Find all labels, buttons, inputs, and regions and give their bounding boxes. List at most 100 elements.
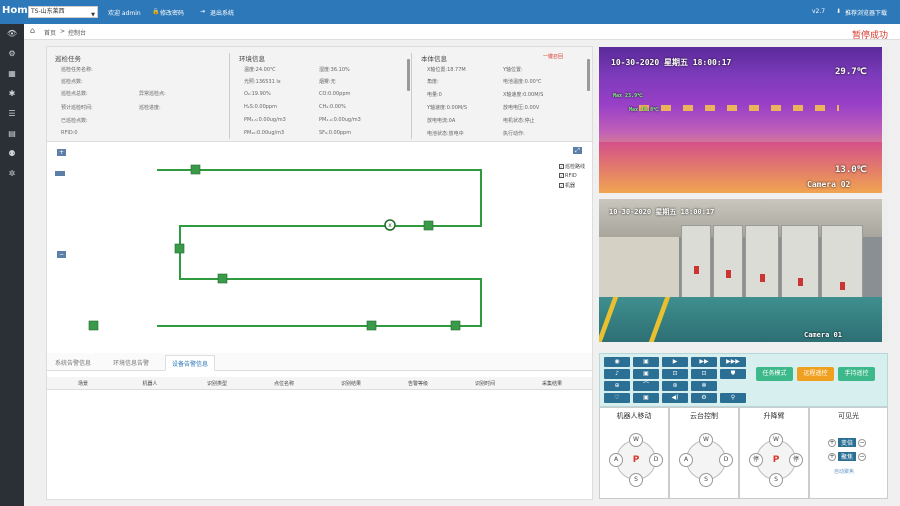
- patrol-field: 已巡检点数:: [61, 118, 88, 124]
- patrol-field: 预计巡检时间:: [61, 105, 93, 111]
- remote-control-button[interactable]: 远程遥控: [797, 367, 834, 381]
- tab-env-alarm[interactable]: 环境信息告警: [113, 358, 149, 367]
- auto-focus-link[interactable]: 自动聚焦: [834, 468, 854, 475]
- settings-icon[interactable]: ⚙: [691, 393, 717, 403]
- visible-camera-feed[interactable]: 10-30-2020 星期五 18:00:17 Camera 01: [599, 199, 886, 342]
- site-select[interactable]: TS-山东莱西 ▼: [28, 6, 98, 18]
- change-password-link[interactable]: 修改密码: [160, 8, 184, 17]
- env-scrollbar[interactable]: [407, 59, 410, 91]
- lock-icon[interactable]: ⊡: [662, 369, 688, 379]
- robot-scrollbar[interactable]: [587, 59, 590, 91]
- thermal-camera-label: Camera 02: [807, 180, 851, 189]
- env-field: PM₁.₀:0.00ug/m3: [319, 117, 361, 123]
- ptz-up-button[interactable]: W: [699, 433, 713, 447]
- ptz-pad: W S A D: [676, 430, 736, 490]
- arm-stop-button[interactable]: P: [769, 453, 783, 467]
- robot-info: 本体信息 一键召回 X轴位置:18.77M 角度: 电量:0 Y轴速度:0.00…: [413, 47, 593, 143]
- location-icon[interactable]: ⚲: [720, 393, 746, 403]
- gear-icon[interactable]: ⚙: [6, 48, 18, 60]
- focus-out-button[interactable]: −: [858, 452, 867, 461]
- ptz-down-button[interactable]: S: [699, 473, 713, 487]
- env-field: 烟雾:无: [319, 79, 336, 85]
- record-icon[interactable]: ▣: [633, 393, 659, 403]
- thermal-spot-label: Max 14.8℃: [629, 107, 659, 113]
- col-header: 识别结果: [340, 381, 362, 387]
- move-left-button[interactable]: A: [609, 453, 623, 467]
- home-icon[interactable]: ⌂: [30, 26, 35, 35]
- wiper-icon[interactable]: ⌒: [633, 381, 659, 391]
- arm-right-button[interactable]: 停: [789, 453, 803, 467]
- thermal-lights: [639, 105, 839, 111]
- chevron-down-icon: ▼: [91, 12, 95, 18]
- env-field: CH₄:0.00%: [319, 104, 346, 110]
- robot-field: 电池状态:放电中: [427, 131, 464, 137]
- logout-link[interactable]: 退出系统: [210, 8, 234, 17]
- settings-icon[interactable]: ✱: [6, 88, 18, 100]
- mic-icon[interactable]: ♪: [604, 369, 630, 379]
- task-mode-button[interactable]: 任务模式: [756, 367, 793, 381]
- switchgear-cabinet: [681, 225, 711, 305]
- focus-label: 聚焦: [838, 452, 857, 461]
- list-icon[interactable]: ☰: [6, 108, 18, 120]
- robot-field: 放电电压:0.00V: [503, 105, 540, 111]
- skip-forward-icon[interactable]: ▶▶▶: [720, 357, 746, 367]
- move-up-button[interactable]: W: [629, 433, 643, 447]
- lock-icon[interactable]: ⊡: [691, 369, 717, 379]
- visible-camera-label: Camera 01: [804, 331, 842, 339]
- move-stop-button[interactable]: P: [629, 453, 643, 467]
- breadcrumb-current: 控制台: [68, 30, 87, 37]
- arm-left-button[interactable]: 停: [749, 453, 763, 467]
- section-title: 可见光: [838, 412, 859, 420]
- route-map[interactable]: + − ⤢ ✓ 巡检路线 ✓ RFID ✓ 机器 x: [47, 143, 592, 351]
- camera-icon[interactable]: ◉: [604, 357, 630, 367]
- record-icon[interactable]: ▣: [633, 369, 659, 379]
- env-info: 环境信息 温度:24.00℃ 光照:136531 lx O₂:19.90% H₂…: [231, 47, 411, 143]
- fan-icon[interactable]: ✻: [691, 381, 717, 391]
- users-icon[interactable]: ⚉: [6, 148, 18, 160]
- control-panel: ◉ ▣ ▶ ▶▶ ▶▶▶ ♪ ▣ ⊡ ⊡ ⛊ ⊕ ⌒ ⊛ ✻ ♡ ▣ ◀) ⚙ …: [599, 353, 888, 407]
- col-header: 场景: [77, 381, 89, 387]
- status-message: 暂停成功: [851, 31, 888, 41]
- ptz-panel: 云台控制 W S A D: [669, 407, 739, 499]
- building-icon[interactable]: ▦: [6, 68, 18, 80]
- robot-field: Y轴位置:: [503, 67, 523, 73]
- light-icon[interactable]: ⊕: [604, 381, 630, 391]
- handheld-control-button[interactable]: 手持遥控: [838, 367, 875, 381]
- sensor-icon[interactable]: ⊛: [662, 381, 688, 391]
- col-header: 识别类型: [206, 381, 228, 387]
- recall-link[interactable]: 一键召回: [543, 53, 563, 60]
- focus-in-button[interactable]: +: [828, 452, 836, 461]
- move-down-button[interactable]: S: [629, 473, 643, 487]
- move-right-button[interactable]: D: [649, 453, 663, 467]
- zoom-in-button[interactable]: +: [828, 438, 836, 447]
- ptz-left-button[interactable]: A: [679, 453, 693, 467]
- tab-system-alarm[interactable]: 系统告警信息: [55, 358, 91, 367]
- document-icon[interactable]: ▤: [6, 128, 18, 140]
- visible-timestamp: 10-30-2020 星期五 18:00:17: [609, 208, 715, 216]
- env-field: 温度:24.00℃: [244, 67, 276, 73]
- fast-forward-icon[interactable]: ▶▶: [691, 357, 717, 367]
- breadcrumb-home[interactable]: 首页: [44, 28, 56, 37]
- play-icon[interactable]: ▶: [662, 357, 688, 367]
- robot-title: 本体信息: [421, 55, 447, 63]
- section-title: 升降臂: [763, 412, 785, 420]
- browser-download-link[interactable]: 推荐浏览器下载: [845, 8, 887, 17]
- speaker-icon[interactable]: ◀): [662, 393, 688, 403]
- tab-device-alarm[interactable]: 设备告警信息: [165, 355, 216, 371]
- col-header: 点位名称: [273, 381, 295, 387]
- record-icon[interactable]: ▣: [633, 357, 659, 367]
- shield-icon[interactable]: ⛊: [720, 369, 746, 379]
- camera-scrollbar[interactable]: [882, 199, 888, 342]
- ptz-right-button[interactable]: D: [719, 453, 733, 467]
- eye-icon[interactable]: 👁: [6, 28, 18, 40]
- cog-icon[interactable]: ✲: [6, 168, 18, 180]
- patrol-title: 巡检任务: [55, 55, 81, 63]
- heart-icon[interactable]: ♡: [604, 393, 630, 403]
- camera-scrollbar[interactable]: [882, 47, 888, 193]
- arm-down-button[interactable]: S: [769, 473, 783, 487]
- zoom-out-button[interactable]: −: [858, 438, 867, 447]
- arm-up-button[interactable]: W: [769, 433, 783, 447]
- thermal-camera-feed[interactable]: 10-30-2020 星期五 18:00:17 29.7℃ 13.0℃ Came…: [599, 47, 886, 193]
- robot-field: Y轴速度:0.00M/S: [427, 105, 468, 111]
- col-header: 采集结果: [541, 381, 563, 387]
